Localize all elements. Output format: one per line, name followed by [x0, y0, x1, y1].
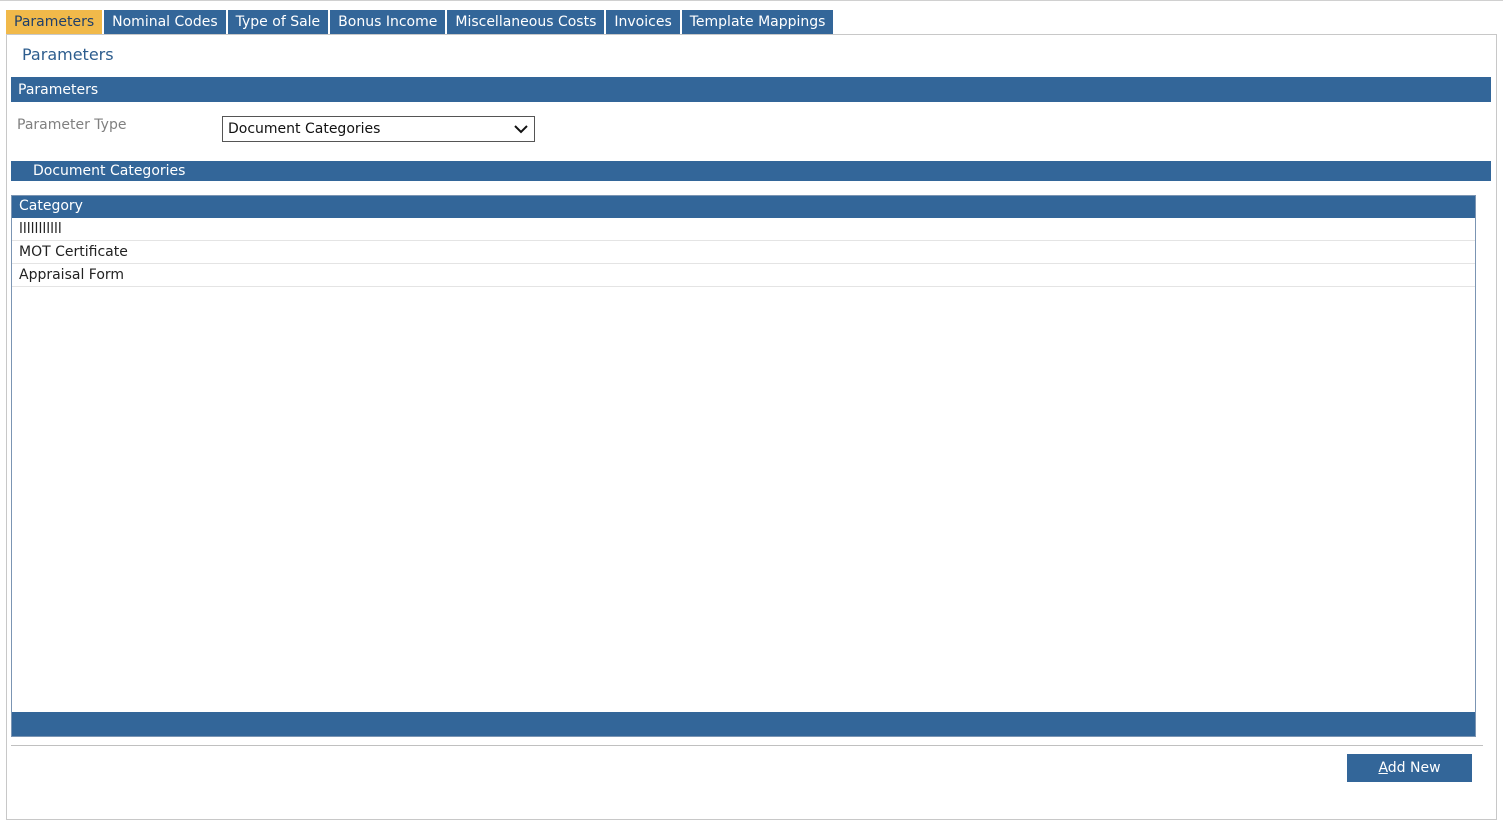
parameter-type-label: Parameter Type	[17, 117, 127, 133]
parameter-type-select[interactable]: Document Categories	[222, 116, 535, 142]
tab-template-mappings[interactable]: Template Mappings	[681, 10, 834, 34]
tab-bonus-income[interactable]: Bonus Income	[330, 10, 446, 34]
tab-panel: Parameters Parameters Parameter Type Doc…	[6, 34, 1497, 820]
category-cell: MOT Certificate	[19, 244, 128, 260]
chevron-down-icon	[514, 125, 528, 134]
category-cell: Appraisal Form	[19, 267, 125, 283]
table-row[interactable]: Appraisal Form	[12, 264, 1475, 287]
table-row[interactable]: MOT Certificate	[12, 241, 1475, 264]
category-column-header[interactable]: Category	[12, 196, 1475, 218]
add-new-label: dd New	[1387, 760, 1441, 776]
tab-invoices[interactable]: Invoices	[606, 10, 680, 34]
add-new-accelerator: A	[1378, 760, 1388, 776]
parameters-section-header: Parameters	[11, 77, 1491, 102]
parameter-type-value: Document Categories	[228, 121, 381, 137]
tab-strip: Parameters Nominal Codes Type of Sale Bo…	[6, 10, 835, 34]
category-cell: lllllllllll	[19, 221, 62, 237]
categories-grid: Category lllllllllll MOT Certificate App…	[11, 195, 1476, 737]
tab-type-of-sale[interactable]: Type of Sale	[227, 10, 329, 34]
page-title: Parameters	[22, 45, 114, 64]
grid-footer-bar	[12, 712, 1475, 736]
document-categories-section-header: Document Categories	[11, 161, 1491, 181]
divider	[11, 745, 1483, 746]
table-row[interactable]: lllllllllll	[12, 218, 1475, 241]
add-new-button[interactable]: Add New	[1347, 754, 1472, 782]
tab-parameters[interactable]: Parameters	[6, 10, 103, 34]
tab-miscellaneous-costs[interactable]: Miscellaneous Costs	[447, 10, 605, 34]
tab-nominal-codes[interactable]: Nominal Codes	[104, 10, 226, 34]
